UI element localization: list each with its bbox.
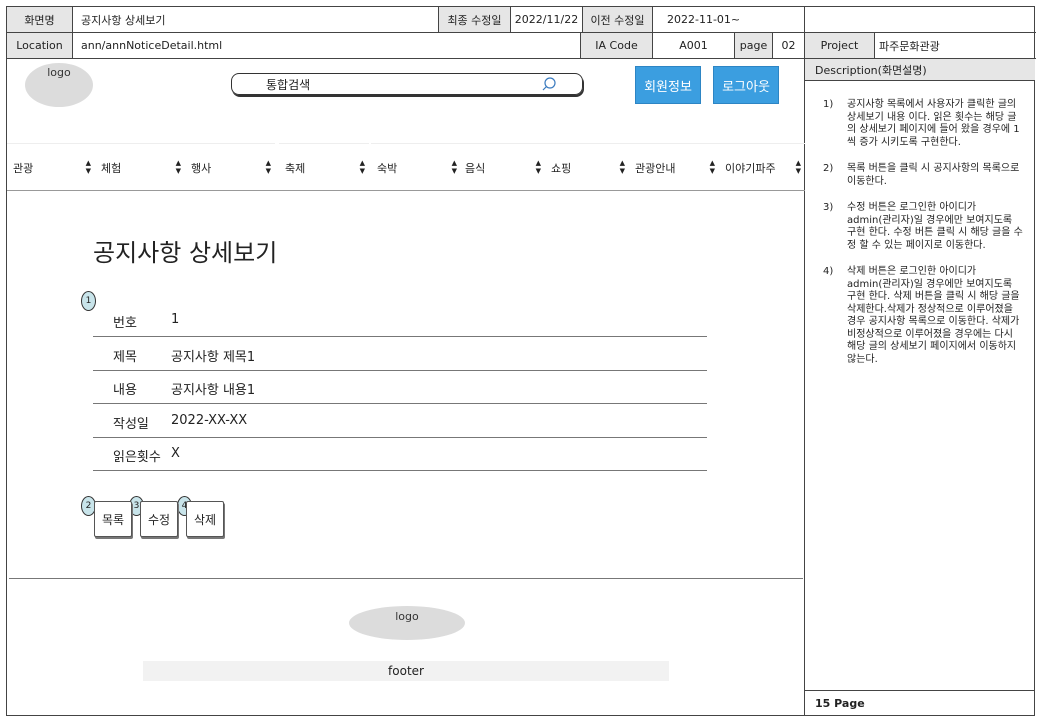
footer-logo: logo (349, 606, 465, 640)
storyboard-frame: 화면명 공지사항 상세보기 최종 수정일 2022/11/22 이전 수정일 2… (6, 6, 1036, 716)
last-modified: 2022/11/22 (511, 7, 583, 33)
description-panel: Description(화면설명) 1) 공지사항 목록에서 사용자가 클릭한 글… (805, 59, 1035, 716)
member-info-button[interactable]: 회원정보 (635, 66, 701, 104)
row-label: 작성일 (113, 417, 149, 432)
description-number: 3) (823, 202, 834, 213)
logout-button[interactable]: 로그아웃 (713, 66, 779, 104)
nav-label: 숙박 (377, 161, 398, 175)
row-value: 공지사항 내용1 (171, 383, 256, 398)
description-number: 2) (823, 163, 834, 174)
description-number: 1) (823, 99, 834, 110)
row-value: X (171, 446, 180, 461)
detail-row-content: 내용 공지사항 내용1 (93, 370, 707, 404)
nav-item-tour[interactable]: 관광 ▲ ▼ (7, 143, 95, 191)
ia-code-label: IA Code (581, 33, 653, 59)
row-label: 번호 (113, 316, 137, 331)
nav-item-shopping[interactable]: 쇼핑 ▲ ▼ (545, 143, 629, 191)
row-label: 읽은횟수 (113, 450, 161, 465)
description-header: Description(화면설명) (805, 59, 1035, 81)
footer-bar: footer (143, 661, 669, 681)
sort-arrows-icon: ▲ ▼ (175, 159, 181, 175)
list-button[interactable]: 목록 (94, 501, 132, 537)
detail-row-title: 제목 공지사항 제목1 (93, 337, 707, 371)
nav-item-event[interactable]: 행사 ▲ ▼ (185, 143, 275, 191)
search-input[interactable]: 통합검색 (231, 73, 583, 95)
row-value: 1 (171, 312, 180, 327)
nav-label: 축제 (285, 161, 306, 175)
nav-item-paju-story[interactable]: 이야기파주 ▲ ▼ (719, 143, 805, 191)
nav-label: 행사 (191, 161, 212, 175)
last-modified-label: 최종 수정일 (439, 7, 511, 33)
nav-label: 체험 (101, 161, 122, 175)
page-title: 공지사항 상세보기 (93, 239, 278, 267)
nav-label: 이야기파주 (725, 161, 776, 175)
description-text: 목록 버튼을 클릭 시 공지사항의 목록으로 이동한다. (847, 163, 1020, 187)
page-value: 02 (773, 33, 805, 59)
row-label: 제목 (113, 350, 137, 365)
description-item: 1) 공지사항 목록에서 사용자가 클릭한 글의 상세보기 내용 이다. 읽은 횟… (823, 99, 1023, 149)
prev-modified-label: 이전 수정일 (583, 7, 653, 33)
sort-arrows-icon: ▲ ▼ (709, 159, 715, 175)
nav-label: 관광안내 (635, 161, 676, 175)
location-value: ann/annNoticeDetail.html (73, 33, 581, 59)
screen-name-label: 화면명 (7, 7, 73, 33)
description-item: 2) 목록 버튼을 클릭 시 공지사항의 목록으로 이동한다. (823, 163, 1023, 188)
nav-item-tour-info[interactable]: 관광안내 ▲ ▼ (629, 143, 719, 191)
header-logo[interactable]: logo (25, 63, 93, 107)
description-number: 4) (823, 266, 834, 277)
sort-arrows-icon: ▲ ▼ (451, 159, 457, 175)
footer-divider (9, 578, 803, 579)
project-label: Project (805, 33, 875, 59)
description-text: 수정 버튼은 로그인한 아이디가 admin(관리자)일 경우에만 보여지도록 … (847, 202, 1023, 251)
row-value: 공지사항 제목1 (171, 350, 256, 365)
sort-arrows-icon: ▲ ▼ (265, 159, 271, 175)
nav-item-lodging[interactable]: 숙박 ▲ ▼ (371, 143, 461, 191)
description-item: 4) 삭제 버튼은 로그인한 아이디가 admin(관리자)일 경우에만 보여지도… (823, 266, 1023, 366)
row-value: 2022-XX-XX (171, 413, 248, 428)
project-value: 파주문화관광 (875, 33, 1036, 59)
wireframe-main: logo 통합검색 회원정보 로그아웃 관광 ▲ ▼ 체험 ▲ ▼ 행사 ▲ ▼ 축제 ▲ ▼ … (7, 59, 805, 716)
page-label: page (735, 33, 773, 59)
detail-row-number: 번호 1 (93, 303, 707, 337)
nav-item-festival[interactable]: 축제 ▲ ▼ (279, 143, 369, 191)
meta-empty-cell (805, 7, 1036, 33)
sort-arrows-icon: ▲ ▼ (619, 159, 625, 175)
search-icon[interactable] (542, 77, 556, 91)
ia-code-value: A001 (653, 33, 735, 59)
prev-modified: 2022-11-01~ (653, 7, 805, 33)
page-footer: 15 Page (805, 690, 1035, 716)
nav-label: 쇼핑 (551, 161, 572, 175)
detail-row-views: 읽은횟수 X (93, 437, 707, 471)
nav-item-experience[interactable]: 체험 ▲ ▼ (95, 143, 185, 191)
sort-arrows-icon: ▲ ▼ (535, 159, 541, 175)
description-text: 공지사항 목록에서 사용자가 클릭한 글의 상세보기 내용 이다. 읽은 횟수는… (847, 99, 1020, 148)
location-label: Location (7, 33, 73, 59)
description-list: 1) 공지사항 목록에서 사용자가 클릭한 글의 상세보기 내용 이다. 읽은 횟… (823, 99, 1023, 380)
description-item: 3) 수정 버튼은 로그인한 아이디가 admin(관리자)일 경우에만 보여지도… (823, 202, 1023, 252)
sort-arrows-icon: ▲ ▼ (795, 159, 801, 175)
nav-item-food[interactable]: 음식 ▲ ▼ (459, 143, 545, 191)
row-label: 내용 (113, 383, 137, 398)
nav-label: 관광 (13, 161, 34, 175)
sort-arrows-icon: ▲ ▼ (359, 159, 365, 175)
search-placeholder: 통합검색 (266, 77, 311, 92)
detail-row-date: 작성일 2022-XX-XX (93, 404, 707, 438)
nav-label: 음식 (465, 161, 486, 175)
screen-name: 공지사항 상세보기 (73, 7, 439, 33)
sort-arrows-icon: ▲ ▼ (85, 159, 91, 175)
main-nav: 관광 ▲ ▼ 체험 ▲ ▼ 행사 ▲ ▼ 축제 ▲ ▼ 숙박 ▲ ▼ 음식 ▲ ▼ 쇼핑 ▲ ▼ 관광안내 ▲… (7, 143, 805, 191)
edit-button[interactable]: 수정 (140, 501, 178, 537)
description-text: 삭제 버튼은 로그인한 아이디가 admin(관리자)일 경우에만 보여지도록 … (847, 266, 1020, 365)
delete-button[interactable]: 삭제 (186, 501, 224, 537)
